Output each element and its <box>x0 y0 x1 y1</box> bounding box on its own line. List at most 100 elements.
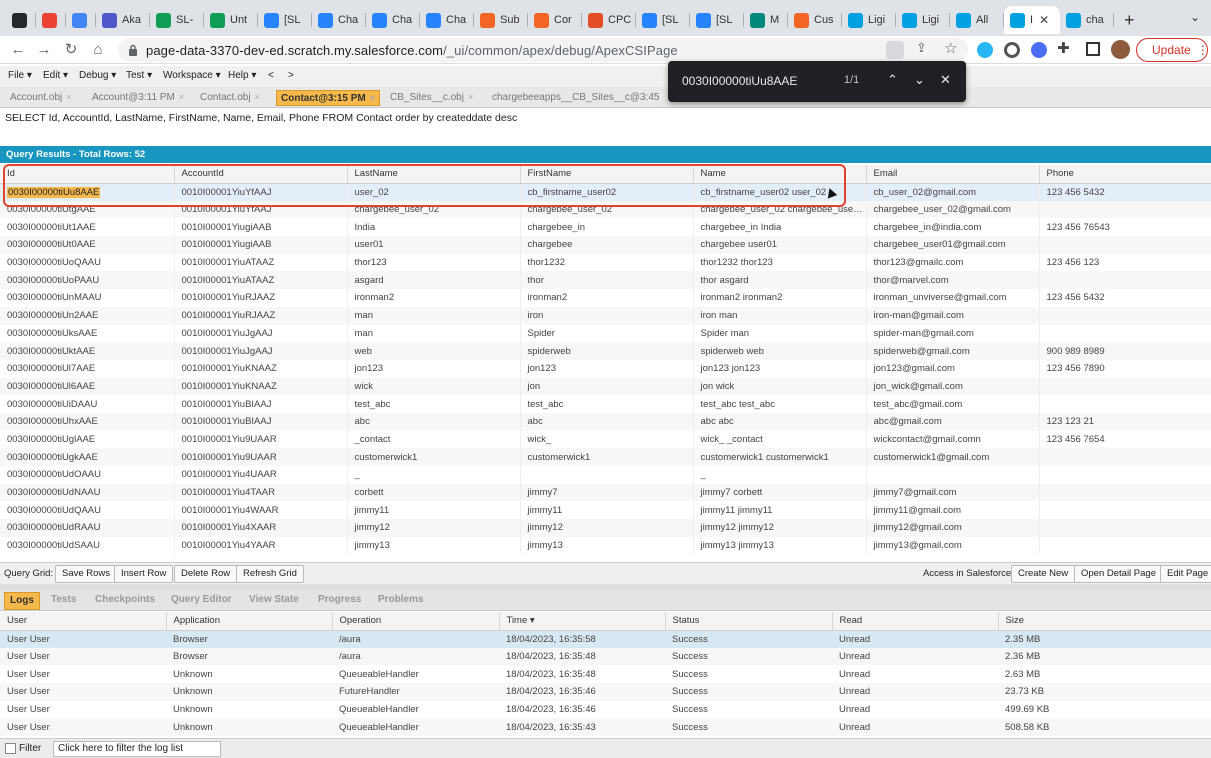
table-cell[interactable]: 0010I00001YiuATAAZ <box>174 271 348 290</box>
table-row[interactable]: 0030I00000tiUnMAAU 0010I00001YiuRJAAZ iron… <box>0 289 1211 307</box>
table-cell[interactable]: iron man <box>693 306 867 325</box>
table-cell[interactable]: 0030I00000tiUdNAAU <box>0 483 175 502</box>
log-cell[interactable]: Unread <box>832 647 998 666</box>
table-cell[interactable]: spider-man@gmail.com <box>866 324 1040 343</box>
log-row[interactable]: User User Unknown QueueableHandler 18/04/20… <box>0 718 1211 737</box>
table-cell[interactable]: 0010I00001YiugiAAB <box>174 218 348 237</box>
log-cell[interactable]: 23.73 KB <box>998 683 1211 701</box>
table-cell[interactable]: chargebee_user_02@gmail.com <box>866 200 1040 219</box>
find-close-icon[interactable]: ✕ <box>940 72 951 88</box>
file-tab[interactable]: Account.obj × <box>6 90 76 106</box>
extensions-puzzle-icon[interactable]: ✚ <box>1057 39 1070 57</box>
table-cell[interactable]: iron-man@gmail.com <box>866 306 1040 325</box>
table-row[interactable]: 0030I00000tiUn2AAE 0010I00001YiuRJAAZ man i… <box>0 306 1211 325</box>
table-cell[interactable]: abc <box>520 412 694 431</box>
log-cell[interactable]: 18/04/2023, 16:35:46 <box>499 701 665 719</box>
table-cell[interactable]: 0030I00000tiUdQAAU <box>0 501 175 520</box>
table-cell[interactable] <box>1039 448 1211 466</box>
table-cell[interactable]: abc@gmail.com <box>866 412 1040 431</box>
filter-checkbox[interactable] <box>5 743 16 754</box>
table-cell[interactable] <box>1039 395 1211 413</box>
table-cell[interactable]: 0030I00000tiUoQAAU <box>0 253 175 272</box>
table-cell[interactable] <box>1039 377 1211 396</box>
table-cell[interactable]: jimmy7 corbett <box>693 483 867 502</box>
table-cell[interactable]: 0010I00001YiuJgAAJ <box>174 324 348 343</box>
table-cell[interactable]: 0030I00000tiUtgAAE <box>0 200 175 219</box>
insert-row-button[interactable]: Insert Row <box>114 565 174 583</box>
table-cell[interactable]: 0030I00000tiUnMAAU <box>0 289 175 307</box>
column-header[interactable]: Phone <box>1039 165 1211 184</box>
log-cell[interactable]: Success <box>665 647 832 666</box>
table-cell[interactable]: jimmy7 <box>520 483 694 502</box>
table-cell[interactable]: iron <box>520 306 694 325</box>
log-cell[interactable]: 18/04/2023, 16:35:43 <box>499 718 665 737</box>
browser-tab[interactable]: I ✕ <box>1004 6 1060 34</box>
table-cell[interactable] <box>866 466 1040 484</box>
table-cell[interactable]: 0010I00001Yiu9UAAR <box>174 448 348 466</box>
table-cell[interactable]: 0030I00000tiUktAAE <box>0 342 175 360</box>
refresh-grid-button[interactable]: Refresh Grid <box>236 565 304 583</box>
table-cell[interactable]: 0010I00001YiuYfAAJ <box>174 200 348 219</box>
log-cell[interactable]: 508.58 KB <box>998 718 1211 737</box>
menu-item[interactable]: Test ▾ <box>126 70 152 81</box>
browser-tab[interactable]: cha <box>1060 6 1114 34</box>
log-cell[interactable]: 18/04/2023, 16:35:48 <box>499 665 665 683</box>
column-header[interactable]: Size <box>998 612 1211 631</box>
browser-tab[interactable]: [SL <box>690 6 744 34</box>
table-cell[interactable]: cb_firstname_user02 <box>520 183 694 201</box>
table-cell[interactable]: ironman2 <box>347 289 521 307</box>
table-row[interactable]: 0030I00000tiUt1AAE 0010I00001YiugiAAB Indi… <box>0 218 1211 237</box>
table-cell[interactable]: 0030I00000tiUgkAAE <box>0 448 175 466</box>
table-cell[interactable] <box>1039 501 1211 520</box>
table-cell[interactable]: 0010I00001Yiu4UAAR <box>174 466 348 484</box>
table-cell[interactable]: thor <box>520 271 694 290</box>
log-cell[interactable]: 2.63 MB <box>998 665 1211 683</box>
table-cell[interactable]: customerwick1 <box>347 448 521 466</box>
browser-tab[interactable]: Ligi <box>896 6 950 34</box>
menu-item[interactable]: File ▾ <box>8 70 32 81</box>
table-cell[interactable]: jimmy12@gmail.com <box>866 519 1040 537</box>
table-cell[interactable]: 123 456 76543 <box>1039 218 1211 237</box>
log-cell[interactable]: Success <box>665 683 832 701</box>
menu-item[interactable]: > <box>288 70 294 81</box>
table-cell[interactable]: 0010I00001YiuBIAAJ <box>174 412 348 431</box>
table-row[interactable]: 0030I00000tiUtgAAE 0010I00001YiuYfAAJ char… <box>0 200 1211 219</box>
menu-item[interactable]: Edit ▾ <box>43 70 68 81</box>
address-bar[interactable]: page-data-3370-dev-ed.scratch.my.salesfo… <box>118 38 968 62</box>
table-cell[interactable]: asgard <box>347 271 521 290</box>
table-cell[interactable]: 0030I00000tiUl7AAE <box>0 359 175 378</box>
table-cell[interactable]: wick_ _contact <box>693 430 867 449</box>
table-cell[interactable]: test_abc <box>347 395 521 413</box>
avatar[interactable] <box>1111 40 1130 59</box>
table-cell[interactable]: wick_ <box>520 430 694 449</box>
table-cell[interactable] <box>1039 271 1211 290</box>
browser-tab[interactable]: All <box>950 6 1004 34</box>
log-tab[interactable]: Problems <box>373 592 429 610</box>
log-cell[interactable]: /aura <box>332 630 499 648</box>
edit-page-button[interactable]: Edit Page <box>1160 565 1211 583</box>
table-cell[interactable] <box>1039 200 1211 219</box>
table-cell[interactable]: 0030I00000tiUdOAAU <box>0 466 175 484</box>
log-cell[interactable]: 18/04/2023, 16:35:48 <box>499 647 665 666</box>
extension-ring-icon[interactable] <box>1004 42 1020 58</box>
log-row[interactable]: User User Unknown QueueableHandler 18/04/20… <box>0 665 1211 683</box>
table-cell[interactable]: thor@marvel.com <box>866 271 1040 290</box>
home-icon[interactable]: ⌂ <box>88 40 108 60</box>
table-cell[interactable]: abc <box>347 412 521 431</box>
table-cell[interactable]: 0030I00000tiUksAAE <box>0 324 175 343</box>
table-cell[interactable]: 0010I00001YiuJgAAJ <box>174 342 348 360</box>
close-tab-icon[interactable]: × <box>179 92 184 102</box>
table-cell[interactable]: web <box>347 342 521 360</box>
table-cell[interactable]: jimmy12 <box>347 519 521 537</box>
table-row[interactable]: 0030I00000tiUdQAAU 0010I00001Yiu4WAAR jimm… <box>0 501 1211 520</box>
table-row[interactable]: 0030I00000tiUoPAAU 0010I00001YiuATAAZ asga… <box>0 271 1211 290</box>
browser-tab[interactable] <box>6 6 36 34</box>
browser-tab[interactable]: SL- <box>150 6 204 34</box>
table-cell[interactable]: spiderweb@gmail.com <box>866 342 1040 360</box>
table-row[interactable]: 0030I00000tiUktAAE 0010I00001YiuJgAAJ web s… <box>0 342 1211 360</box>
log-cell[interactable]: QueueableHandler <box>332 665 499 683</box>
table-cell[interactable]: wick <box>347 377 521 396</box>
table-cell[interactable]: 0030I00000tiUt1AAE <box>0 218 175 237</box>
column-header[interactable]: LastName <box>347 165 521 184</box>
table-cell[interactable]: 0030I00000tiUoPAAU <box>0 271 175 290</box>
